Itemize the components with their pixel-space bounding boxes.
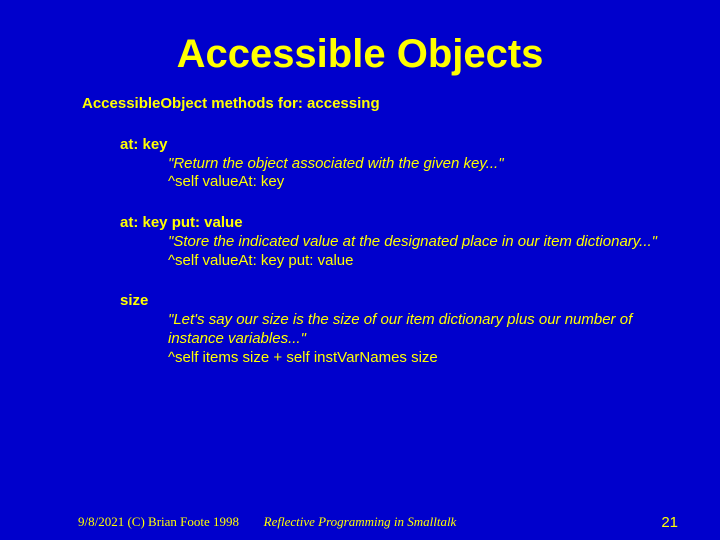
method-signature: at: key put: value: [120, 214, 680, 233]
method-block: size "Let's say our size is the size of …: [120, 292, 680, 367]
method-comment: "Store the indicated value at the design…: [168, 233, 680, 252]
method-comment: "Return the object associated with the g…: [168, 155, 680, 174]
slide: Accessible Objects AccessibleObject meth…: [0, 0, 720, 540]
method-signature: at: key: [120, 136, 680, 155]
method-body: "Return the object associated with the g…: [168, 155, 680, 193]
method-code: ^self items size + self instVarNames siz…: [168, 349, 680, 368]
method-body: "Let's say our size is the size of our i…: [168, 311, 680, 367]
method-body: "Store the indicated value at the design…: [168, 233, 680, 271]
method-code: ^self valueAt: key: [168, 173, 680, 192]
method-block: at: key put: value "Store the indicated …: [120, 214, 680, 270]
method-block: at: key "Return the object associated wi…: [120, 136, 680, 192]
slide-number: 21: [661, 514, 678, 531]
slide-title: Accessible Objects: [0, 0, 720, 95]
section-header: AccessibleObject methods for: accessing: [82, 95, 680, 114]
slide-content: AccessibleObject methods for: accessing …: [0, 95, 720, 367]
method-signature: size: [120, 292, 680, 311]
method-code: ^self valueAt: key put: value: [168, 252, 680, 271]
method-comment: "Let's say our size is the size of our i…: [168, 311, 680, 349]
footer-title: Reflective Programming in Smalltalk: [0, 514, 720, 530]
